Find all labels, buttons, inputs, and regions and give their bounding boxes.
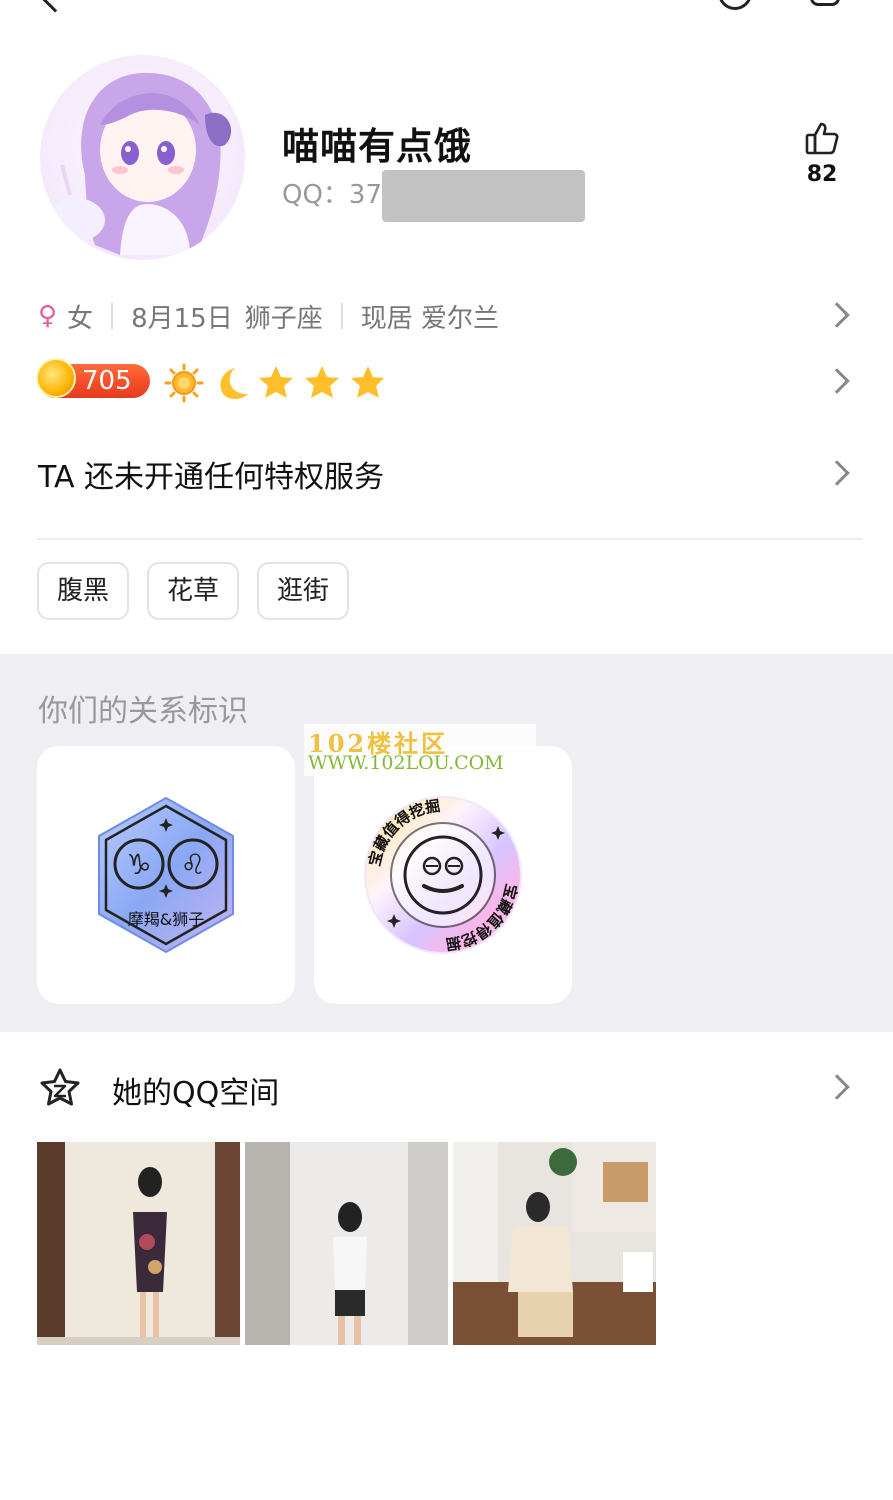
avatar[interactable] <box>40 55 245 260</box>
chevron-right-icon <box>824 1074 850 1100</box>
qzone-row[interactable]: 她的QQ空间 <box>38 1066 858 1112</box>
qzone-photo[interactable] <box>245 1142 448 1345</box>
level-icons <box>164 363 384 403</box>
treasure-badge-card[interactable]: 宝藏值得挖掘 宝藏值得挖掘 <box>314 746 572 1004</box>
star-icon <box>305 366 339 398</box>
badge-label: 摩羯&狮子 <box>127 910 205 929</box>
level-row[interactable]: 705 <box>36 358 858 404</box>
chevron-right-icon <box>824 460 850 486</box>
female-icon: ♀ <box>38 301 58 331</box>
crown-coin-icon <box>36 358 76 398</box>
star-icon <box>351 366 384 398</box>
tag-list: 腹黑 花草 逛街 <box>37 562 350 620</box>
divider <box>340 303 343 329</box>
chevron-right-icon <box>824 302 850 328</box>
qzone-photo-grid <box>37 1142 656 1345</box>
qzone-photo[interactable] <box>37 1142 240 1345</box>
tag-chip[interactable]: 逛街 <box>257 562 350 620</box>
back-icon[interactable] <box>39 0 71 13</box>
like-count: 82 <box>806 162 838 187</box>
tag-chip[interactable]: 腹黑 <box>37 562 130 620</box>
birthday-text: 8月15日 <box>131 303 233 334</box>
constellation-badge-card[interactable]: ♑ ♌ 摩羯&狮子 <box>37 746 295 1004</box>
thumbs-up-icon <box>805 122 839 155</box>
qzone-star-icon <box>40 1068 80 1106</box>
chevron-right-icon <box>824 368 850 394</box>
sun-icon <box>164 363 204 403</box>
qzone-title: 她的QQ空间 <box>112 1076 280 1111</box>
relation-section: 你们的关系标识 ♑ ♌ 摩羯&狮子 宝藏值得挖掘 宝藏值得挖掘 102楼社区 W… <box>0 654 893 1032</box>
like-button[interactable]: 82 <box>796 120 848 187</box>
qq-redaction <box>382 170 585 222</box>
privilege-text[interactable]: TA 还未开通任何特权服务 <box>38 452 384 496</box>
watermark: 102楼社区 WWW.102LOU.COM <box>304 724 536 776</box>
status-icon[interactable] <box>718 0 752 10</box>
location-text: 现居 爱尔兰 <box>360 303 499 334</box>
divider <box>37 538 863 540</box>
top-bar <box>0 0 893 20</box>
star-icon <box>259 366 293 398</box>
moon-icon <box>220 368 248 400</box>
section-title: 你们的关系标识 <box>38 694 248 729</box>
tag-chip[interactable]: 花草 <box>147 562 240 620</box>
level-value: 705 <box>82 366 132 396</box>
svg-text:♌: ♌ <box>180 848 205 881</box>
svg-text:♑: ♑ <box>126 848 151 881</box>
qq-number: QQ：37 <box>282 180 383 210</box>
settings-icon[interactable] <box>810 0 840 6</box>
gender-text: 女 <box>67 303 94 334</box>
divider <box>111 303 114 329</box>
qzone-photo[interactable] <box>453 1142 656 1345</box>
nickname: 喵喵有点饿 <box>282 125 472 168</box>
zodiac-text: 狮子座 <box>244 303 323 334</box>
watermark-line2: WWW.102LOU.COM <box>308 752 504 774</box>
basic-info-row[interactable]: ♀ 女 8月15日 狮子座 现居 爱尔兰 <box>38 294 858 338</box>
